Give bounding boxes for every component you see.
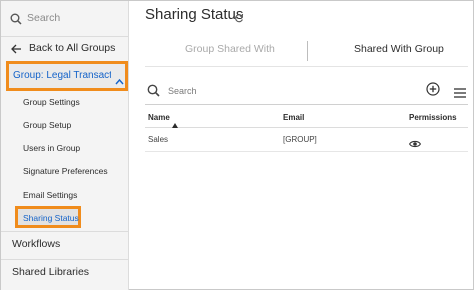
sidebar-search[interactable]: Search — [1, 1, 129, 37]
sidebar-search-placeholder: Search — [27, 12, 61, 24]
tab-group-shared-with[interactable]: Group Shared With — [185, 43, 275, 55]
table-header: Name Email Permissions — [145, 107, 468, 128]
tab-shared-with-group[interactable]: Shared With Group — [354, 43, 444, 55]
sidebar-item-group-settings[interactable]: Group Settings — [23, 97, 80, 107]
sidebar: Search Back to All Groups Group: Legal T… — [1, 1, 129, 290]
column-header-name[interactable]: Name — [148, 113, 170, 122]
refresh-icon[interactable] — [234, 10, 244, 28]
sidebar-item-sharing-status[interactable]: Sharing Status — [15, 206, 81, 228]
sidebar-section-workflows[interactable]: Workflows — [12, 238, 60, 250]
column-header-permissions: Permissions — [409, 113, 457, 122]
divider — [1, 259, 129, 260]
tab-separator — [307, 41, 308, 61]
sidebar-section-shared-libraries[interactable]: Shared Libraries — [12, 266, 89, 278]
sidebar-item-signature-preferences[interactable]: Signature Preferences — [23, 166, 108, 176]
row-email: [GROUP] — [283, 135, 317, 144]
sidebar-item-sharing-status-label: Sharing Status — [23, 213, 79, 223]
sidebar-item-users-in-group[interactable]: Users in Group — [23, 143, 80, 153]
sidebar-item-email-settings[interactable]: Email Settings — [23, 190, 77, 200]
arrow-left-icon — [10, 42, 22, 60]
add-icon[interactable] — [426, 82, 440, 101]
search-icon — [10, 12, 22, 30]
group-selector[interactable]: Group: Legal Transacti... — [6, 61, 128, 91]
column-header-email: Email — [283, 113, 305, 122]
sidebar-item-group-setup[interactable]: Group Setup — [23, 120, 71, 130]
menu-icon[interactable] — [454, 85, 466, 103]
main-panel: Sharing Status Group Shared With Shared … — [130, 1, 474, 290]
tab-bar: Group Shared With Shared With Group — [145, 33, 468, 67]
search-input[interactable]: Search — [168, 86, 197, 96]
group-label: Group: Legal Transacti... — [13, 70, 111, 81]
app-window: Search Back to All Groups Group: Legal T… — [0, 0, 474, 290]
search-icon — [147, 84, 160, 102]
row-name: Sales — [148, 135, 169, 144]
back-label: Back to All Groups — [29, 42, 116, 54]
eye-icon[interactable] — [408, 135, 422, 153]
chevron-up-icon — [115, 72, 124, 90]
back-to-all-groups-link[interactable]: Back to All Groups — [1, 37, 129, 59]
page-title: Sharing Status — [145, 6, 244, 23]
table-search-bar: Search — [145, 79, 468, 105]
divider — [1, 231, 129, 232]
table-row[interactable]: Sales [GROUP] — [145, 128, 468, 152]
